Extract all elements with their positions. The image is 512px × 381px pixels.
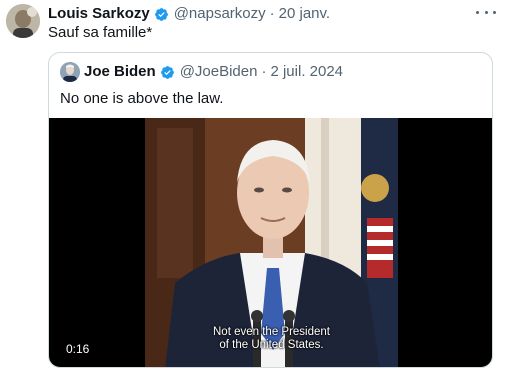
caption-line: Not even the President bbox=[213, 326, 330, 338]
more-options-icon[interactable] bbox=[476, 5, 496, 19]
quoted-author-name[interactable]: Joe Biden bbox=[84, 63, 156, 81]
video-player[interactable]: Not even the President of the United Sta… bbox=[49, 118, 492, 367]
tweet-date[interactable]: 20 janv. bbox=[279, 5, 330, 23]
tweet[interactable]: Louis Sarkozy @napsarkozy · 20 janv. Sau… bbox=[0, 0, 512, 381]
quoted-tweet[interactable]: Joe Biden @JoeBiden · 2 juil. 2024 No on… bbox=[48, 52, 493, 368]
quoted-author-handle[interactable]: @JoeBiden bbox=[180, 63, 258, 81]
author-avatar[interactable] bbox=[6, 4, 40, 38]
author-handle[interactable]: @napsarkozy bbox=[174, 5, 266, 23]
quoted-tweet-text: No one is above the law. bbox=[60, 90, 224, 107]
tweet-text: Sauf sa famille* bbox=[48, 24, 153, 41]
video-duration: 0:16 bbox=[62, 340, 94, 358]
tweet-header: Louis Sarkozy @napsarkozy · 20 janv. bbox=[48, 5, 330, 23]
video-caption: Not even the President of the United Sta… bbox=[145, 326, 398, 352]
verified-badge-icon bbox=[154, 7, 169, 22]
caption-line: of the United States. bbox=[219, 339, 324, 351]
verified-badge-icon bbox=[160, 65, 175, 80]
separator: · bbox=[269, 5, 275, 22]
author-name[interactable]: Louis Sarkozy bbox=[48, 5, 150, 23]
quoted-author-avatar[interactable] bbox=[60, 62, 80, 82]
quoted-tweet-date[interactable]: 2 juil. 2024 bbox=[270, 63, 343, 81]
separator: · bbox=[261, 63, 267, 80]
quoted-tweet-header: Joe Biden @JoeBiden · 2 juil. 2024 bbox=[60, 62, 343, 82]
